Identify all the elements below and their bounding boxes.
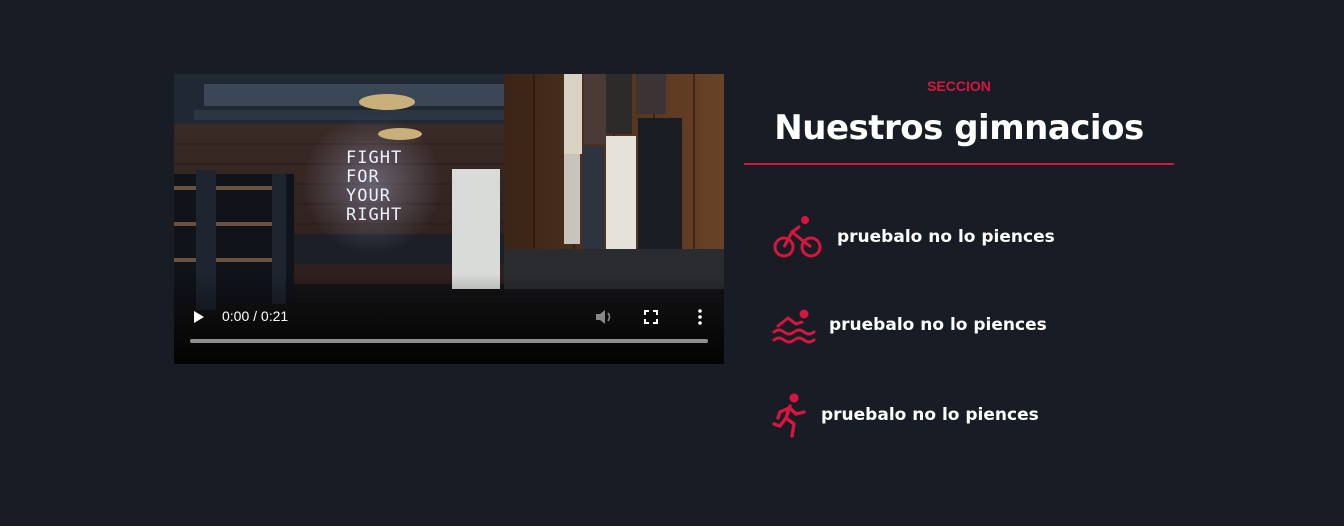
- play-icon: [194, 311, 204, 323]
- neon-sign-line: FOR: [346, 167, 380, 187]
- volume-icon: [596, 310, 611, 324]
- mute-button[interactable]: [592, 306, 616, 328]
- more-vertical-icon: [698, 309, 702, 325]
- feature-item: pruebalo no lo piences: [772, 392, 1039, 438]
- neon-sign-line: RIGHT: [346, 205, 402, 225]
- video-progress-bar[interactable]: [190, 339, 708, 343]
- cycling-icon: [773, 216, 822, 258]
- page-title: Nuestros gimnacios: [774, 108, 1144, 148]
- video-player[interactable]: FIGHT FOR YOUR RIGHT 0:00 / 0:21: [174, 74, 724, 364]
- feature-text: pruebalo no lo piences: [829, 315, 1047, 335]
- running-icon: [772, 393, 806, 438]
- feature-text: pruebalo no lo piences: [837, 227, 1055, 247]
- title-underline: [744, 163, 1174, 165]
- section-label: SECCION: [927, 78, 991, 94]
- feature-item: pruebalo no lo piences: [772, 304, 1047, 346]
- neon-sign-line: FIGHT: [346, 148, 402, 168]
- page: FIGHT FOR YOUR RIGHT 0:00 / 0:21 SECCION…: [0, 0, 1344, 526]
- feature-text: pruebalo no lo piences: [821, 405, 1039, 425]
- fullscreen-button[interactable]: [640, 306, 662, 328]
- fullscreen-icon: [644, 310, 658, 324]
- more-options-button[interactable]: [689, 306, 711, 328]
- video-time-display: 0:00 / 0:21: [222, 308, 289, 324]
- neon-sign-line: YOUR: [346, 186, 391, 206]
- play-button[interactable]: [188, 306, 210, 328]
- feature-item: pruebalo no lo piences: [772, 214, 1055, 260]
- swimming-icon: [772, 309, 816, 344]
